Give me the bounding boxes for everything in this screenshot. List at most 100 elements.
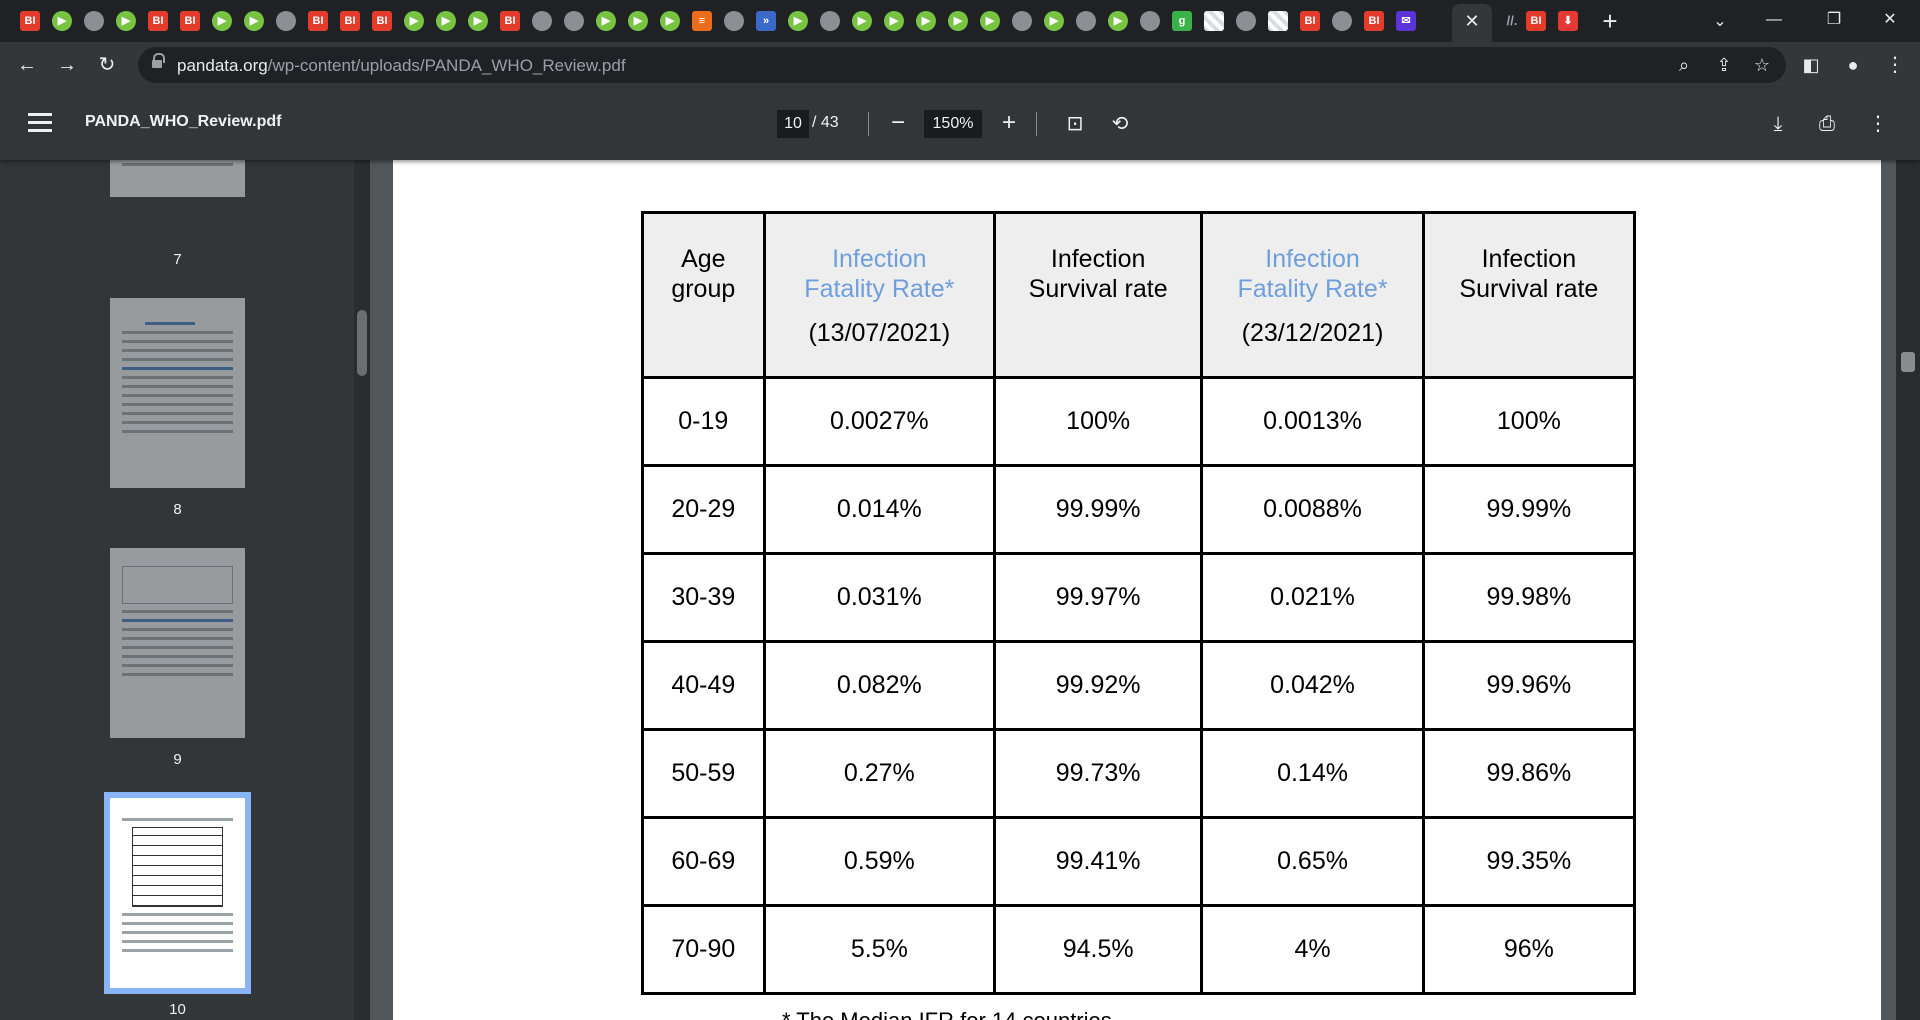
bookmark-star-icon[interactable]: ☆ — [1747, 50, 1777, 80]
tab-play[interactable]: ▶ — [238, 8, 270, 34]
tab-red-pin[interactable]: ⬇ — [1552, 8, 1584, 34]
page-thumbnail[interactable] — [110, 298, 245, 488]
page-thumbnail[interactable] — [110, 160, 245, 197]
zoom-out-button[interactable]: − — [884, 110, 912, 138]
cell-survival: 99.98% — [1421, 552, 1637, 643]
tab-business-insider[interactable]: BI — [334, 8, 366, 34]
document-scroll-thumb[interactable] — [1901, 352, 1915, 372]
tab-checker[interactable] — [1262, 8, 1294, 34]
tab-play[interactable]: ▶ — [878, 8, 910, 34]
tab-play[interactable]: ▶ — [910, 8, 942, 34]
download-icon[interactable]: ⤓ — [1762, 108, 1794, 140]
business-insider-icon: BI — [1526, 11, 1546, 31]
minimize-button[interactable]: — — [1746, 0, 1802, 42]
zoom-level-input[interactable]: 150% — [924, 110, 982, 138]
url-text[interactable]: pandata.org/wp-content/uploads/PANDA_WHO… — [177, 56, 626, 76]
tab-play[interactable]: ▶ — [206, 8, 238, 34]
sidebar-scroll-thumb[interactable] — [357, 310, 367, 376]
sidebar-scrollbar[interactable] — [354, 160, 370, 1020]
tab-bookmark[interactable]: ≡ — [686, 8, 718, 34]
address-bar[interactable]: pandata.org/wp-content/uploads/PANDA_WHO… — [138, 47, 1786, 83]
tab-web[interactable] — [1230, 8, 1262, 34]
close-tab-icon[interactable]: ✕ — [1460, 9, 1484, 33]
tab-purple[interactable]: ✉ — [1390, 8, 1422, 34]
tab-business-insider[interactable]: BI — [494, 8, 526, 34]
header-text: Infection — [1481, 245, 1577, 273]
profile-icon[interactable]: ● — [1838, 50, 1868, 80]
header-text: Infection — [1050, 245, 1146, 273]
tab-play[interactable]: ▶ — [46, 8, 78, 34]
play-icon: ▶ — [596, 11, 616, 31]
lock-icon[interactable] — [152, 53, 165, 70]
tab-play[interactable]: ▶ — [1102, 8, 1134, 34]
forward-arrow-icon[interactable]: → — [52, 50, 82, 80]
tab-web[interactable] — [526, 8, 558, 34]
tab-play[interactable]: ▶ — [942, 8, 974, 34]
tab-web[interactable] — [1006, 8, 1038, 34]
page-number-input[interactable]: 10 — [777, 110, 809, 138]
tab-play[interactable]: ▶ — [398, 8, 430, 34]
more-vert-icon[interactable]: ⋮ — [1862, 108, 1894, 140]
tab-business-insider[interactable]: BI — [14, 8, 46, 34]
tab-play[interactable]: ▶ — [1038, 8, 1070, 34]
tab-web[interactable] — [270, 8, 302, 34]
rotate-icon[interactable]: ⟲ — [1104, 108, 1136, 140]
header-date: (23/12/2021) — [1241, 319, 1384, 347]
tab-play[interactable]: ▶ — [782, 8, 814, 34]
document-title: PANDA_WHO_Review.pdf — [85, 113, 282, 130]
cell-ifr: 0.0013% — [1200, 376, 1425, 467]
print-icon[interactable]: ⎙ — [1811, 108, 1843, 140]
new-tab-button[interactable]: + — [1596, 8, 1624, 36]
tab-web[interactable] — [1134, 8, 1166, 34]
tab-green-g[interactable]: g — [1166, 8, 1198, 34]
restore-button[interactable]: ❐ — [1806, 0, 1862, 42]
tab-web[interactable] — [1070, 8, 1102, 34]
tab-play[interactable]: ▶ — [110, 8, 142, 34]
tab-play[interactable]: ▶ — [622, 8, 654, 34]
tab-play[interactable]: ▶ — [846, 8, 878, 34]
globe-icon — [564, 11, 584, 31]
tab-web[interactable] — [1326, 8, 1358, 34]
tab-checker[interactable] — [1198, 8, 1230, 34]
tab-play[interactable]: ▶ — [430, 8, 462, 34]
tab-business-insider[interactable]: BI — [302, 8, 334, 34]
back-arrow-icon[interactable]: ← — [12, 50, 42, 80]
tab-web[interactable] — [558, 8, 590, 34]
more-vert-icon[interactable]: ⋮ — [1880, 50, 1910, 80]
share-icon[interactable]: ⇪ — [1709, 50, 1739, 80]
table-header-row: Age group Infection Fatality Rate* (13/0… — [641, 211, 1637, 379]
menu-icon[interactable] — [28, 113, 52, 133]
tab-blue[interactable]: » — [750, 8, 782, 34]
play-icon: ▶ — [212, 11, 232, 31]
tab-search-chevron-down-icon[interactable]: ⌄ — [1706, 8, 1734, 36]
cell-ifr: 0.0027% — [762, 376, 997, 467]
tab-business-insider[interactable]: BI — [1358, 8, 1390, 34]
page-thumbnail-current[interactable] — [104, 792, 251, 994]
zoom-magnifier-icon[interactable]: ⌕ — [1669, 50, 1699, 80]
tab-web[interactable] — [814, 8, 846, 34]
tab-play[interactable]: ▶ — [462, 8, 494, 34]
zoom-in-button[interactable]: + — [995, 110, 1023, 138]
cell-ifr: 0.014% — [762, 464, 997, 555]
reload-icon[interactable]: ↻ — [92, 50, 122, 80]
side-panel-icon[interactable]: ◧ — [1796, 50, 1826, 80]
fit-to-page-icon[interactable]: ⊡ — [1059, 108, 1091, 140]
play-icon: ▶ — [1108, 11, 1128, 31]
tab-business-insider[interactable]: BI — [174, 8, 206, 34]
tab-business-insider[interactable]: BI — [142, 8, 174, 34]
tab-web[interactable] — [718, 8, 750, 34]
play-icon: ▶ — [116, 11, 136, 31]
toolbar-divider — [868, 112, 869, 136]
browser-toolbar: ← → ↻ pandata.org/wp-content/uploads/PAN… — [0, 42, 1920, 88]
tab-business-insider[interactable]: BI — [1520, 8, 1552, 34]
page-thumbnail[interactable] — [110, 548, 245, 738]
tab-play[interactable]: ▶ — [974, 8, 1006, 34]
document-scrollbar[interactable] — [1896, 160, 1920, 1020]
tab-play[interactable]: ▶ — [654, 8, 686, 34]
tab-play[interactable]: ▶ — [590, 8, 622, 34]
tab-business-insider[interactable]: BI — [366, 8, 398, 34]
table-row: 20-29 0.014% 99.99% 0.0088% 99.99% — [641, 464, 1637, 555]
tab-web[interactable] — [78, 8, 110, 34]
close-window-button[interactable]: ✕ — [1862, 0, 1918, 42]
tab-business-insider[interactable]: BI — [1294, 8, 1326, 34]
